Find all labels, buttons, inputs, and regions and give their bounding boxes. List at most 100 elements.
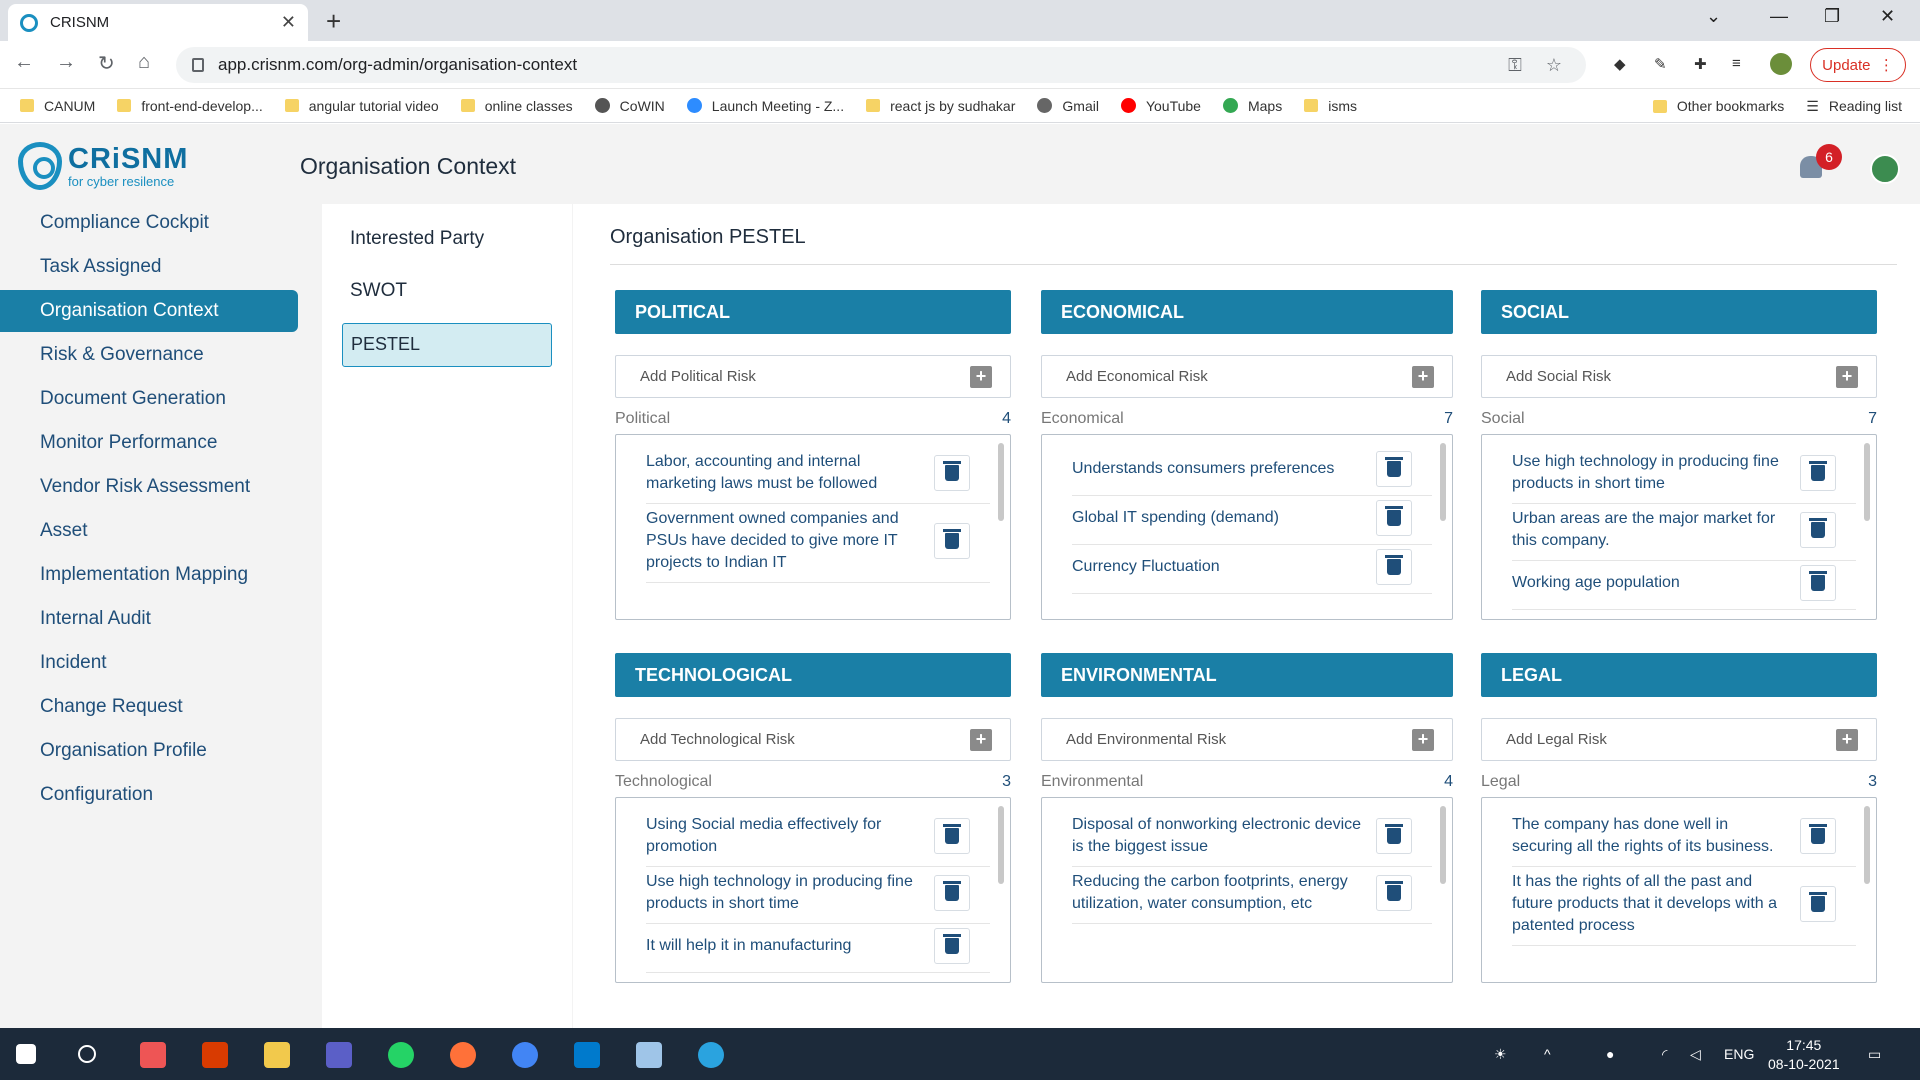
bookmark-item[interactable]: online classes — [460, 98, 573, 114]
subnav-swot[interactable]: SWOT — [350, 280, 407, 302]
key-icon[interactable]: ⚿ — [1508, 55, 1522, 76]
reading-list[interactable]: ☰ Reading list — [1806, 98, 1902, 115]
sidebar-item-document-generation[interactable]: Document Generation — [0, 378, 298, 420]
list-scrollbar[interactable] — [1864, 806, 1870, 884]
volume-icon[interactable]: ◁ — [1690, 1046, 1701, 1063]
sidebar-item-compliance-cockpit[interactable]: Compliance Cockpit — [0, 202, 298, 244]
update-button[interactable]: Update ⋮ — [1810, 48, 1906, 82]
teams-icon[interactable] — [326, 1042, 352, 1068]
risk-list[interactable]: Disposal of nonworking electronic device… — [1041, 797, 1453, 983]
list-scrollbar[interactable] — [1864, 443, 1870, 521]
tab-search-icon[interactable]: ⌄ — [1706, 6, 1721, 27]
add-icon[interactable]: + — [1412, 728, 1434, 751]
sidebar-item-monitor-performance[interactable]: Monitor Performance — [0, 422, 298, 464]
list-scrollbar[interactable] — [1440, 443, 1446, 521]
chrome-icon[interactable] — [512, 1042, 538, 1068]
notifications-icon[interactable]: ▭ — [1868, 1046, 1881, 1063]
maximize-icon[interactable]: ❐ — [1824, 6, 1840, 27]
app-icon[interactable] — [636, 1042, 662, 1068]
minimize-icon[interactable]: — — [1770, 6, 1788, 27]
add-risk-input[interactable]: Add Technological Risk + — [615, 718, 1011, 761]
add-icon[interactable]: + — [1836, 728, 1858, 751]
bookmark-item[interactable]: react js by sudhakar — [866, 98, 1015, 114]
sidebar-item-organisation-context[interactable]: Organisation Context — [0, 290, 298, 332]
delete-button[interactable] — [1800, 455, 1836, 491]
delete-button[interactable] — [1800, 565, 1836, 601]
add-risk-input[interactable]: Add Economical Risk + — [1041, 355, 1453, 398]
risk-list[interactable]: Use high technology in producing fine pr… — [1481, 434, 1877, 620]
close-window-icon[interactable]: ✕ — [1880, 6, 1895, 27]
delete-button[interactable] — [934, 875, 970, 911]
search-icon[interactable] — [78, 1045, 96, 1063]
bookmark-item[interactable]: isms — [1304, 98, 1357, 114]
new-tab-icon[interactable]: + — [326, 6, 341, 37]
delete-button[interactable] — [1376, 549, 1412, 585]
extension-icon[interactable]: ◆ — [1614, 55, 1626, 73]
add-icon[interactable]: + — [970, 728, 992, 751]
risk-list[interactable]: Labor, accounting and internal marketing… — [615, 434, 1011, 620]
wifi-icon[interactable]: ◜ — [1662, 1046, 1667, 1063]
reload-icon[interactable]: ↻ — [98, 51, 115, 76]
delete-button[interactable] — [1376, 818, 1412, 854]
add-risk-input[interactable]: Add Social Risk + — [1481, 355, 1877, 398]
app-icon[interactable] — [140, 1042, 166, 1068]
subnav-interested-party[interactable]: Interested Party — [350, 228, 484, 250]
user-avatar[interactable] — [1870, 154, 1900, 184]
crisnm-logo[interactable]: CRiSNM for cyber resilence — [18, 142, 188, 190]
subnav-pestel[interactable]: PESTEL — [342, 323, 552, 367]
bookmark-item[interactable]: front-end-develop... — [117, 98, 263, 114]
bookmark-item[interactable]: CANUM — [20, 98, 95, 114]
vscode-icon[interactable] — [574, 1042, 600, 1068]
risk-list[interactable]: Using Social media effectively for promo… — [615, 797, 1011, 983]
file-explorer-icon[interactable] — [264, 1042, 290, 1068]
language-indicator[interactable]: ENG — [1724, 1046, 1754, 1062]
bookmark-item[interactable]: Gmail — [1037, 98, 1099, 114]
sidebar-item-task-assigned[interactable]: Task Assigned — [0, 246, 298, 288]
telegram-icon[interactable] — [698, 1042, 724, 1068]
delete-button[interactable] — [1800, 512, 1836, 548]
forward-icon[interactable]: → — [56, 51, 76, 74]
sidebar-item-asset[interactable]: Asset — [0, 510, 298, 552]
home-icon[interactable]: ⌂ — [138, 51, 150, 74]
other-bookmarks[interactable]: Other bookmarks — [1652, 98, 1784, 114]
delete-button[interactable] — [934, 523, 970, 559]
delete-button[interactable] — [1376, 451, 1412, 487]
windows-start-icon[interactable] — [16, 1044, 36, 1064]
bookmark-item[interactable]: angular tutorial video — [284, 98, 439, 114]
address-bar[interactable]: app.crisnm.com/org-admin/organisation-co… — [176, 47, 1586, 83]
bookmark-item[interactable]: Launch Meeting - Z... — [686, 98, 844, 114]
add-risk-input[interactable]: Add Legal Risk + — [1481, 718, 1877, 761]
add-icon[interactable]: + — [1836, 365, 1858, 388]
delete-button[interactable] — [934, 818, 970, 854]
sidebar-item-risk-governance[interactable]: Risk & Governance — [0, 334, 298, 376]
list-scrollbar[interactable] — [1440, 806, 1446, 884]
extensions-puzzle-icon[interactable]: ✚ — [1694, 55, 1707, 73]
bookmark-star-icon[interactable]: ☆ — [1546, 55, 1562, 76]
delete-button[interactable] — [1800, 818, 1836, 854]
extension-icon[interactable]: ✎ — [1654, 55, 1667, 73]
browser-tab[interactable]: CRISNM ✕ — [8, 4, 308, 41]
bookmark-item[interactable]: Maps — [1222, 98, 1282, 114]
profile-avatar[interactable] — [1770, 53, 1792, 75]
delete-button[interactable] — [1800, 886, 1836, 922]
back-icon[interactable]: ← — [14, 51, 34, 74]
close-tab-icon[interactable]: ✕ — [281, 12, 296, 33]
sidebar-item-configuration[interactable]: Configuration — [0, 774, 298, 816]
add-risk-input[interactable]: Add Environmental Risk + — [1041, 718, 1453, 761]
sidebar-item-internal-audit[interactable]: Internal Audit — [0, 598, 298, 640]
list-scrollbar[interactable] — [998, 806, 1004, 884]
weather-icon[interactable]: ☀ — [1494, 1046, 1507, 1063]
lock-icon[interactable] — [192, 58, 204, 72]
sidebar-item-organisation-profile[interactable]: Organisation Profile — [0, 730, 298, 772]
delete-button[interactable] — [1376, 875, 1412, 911]
bookmark-item[interactable]: YouTube — [1120, 98, 1201, 114]
risk-list[interactable]: The company has done well in securing al… — [1481, 797, 1877, 983]
whatsapp-icon[interactable] — [388, 1042, 414, 1068]
add-icon[interactable]: + — [970, 365, 992, 388]
media-icon[interactable]: ≡ — [1732, 55, 1741, 72]
mic-icon[interactable]: ● — [1606, 1046, 1614, 1062]
bookmark-item[interactable]: CoWIN — [594, 98, 665, 114]
risk-list[interactable]: Understands consumers preferences Global … — [1041, 434, 1453, 620]
list-scrollbar[interactable] — [998, 443, 1004, 521]
sidebar-item-incident[interactable]: Incident — [0, 642, 298, 684]
